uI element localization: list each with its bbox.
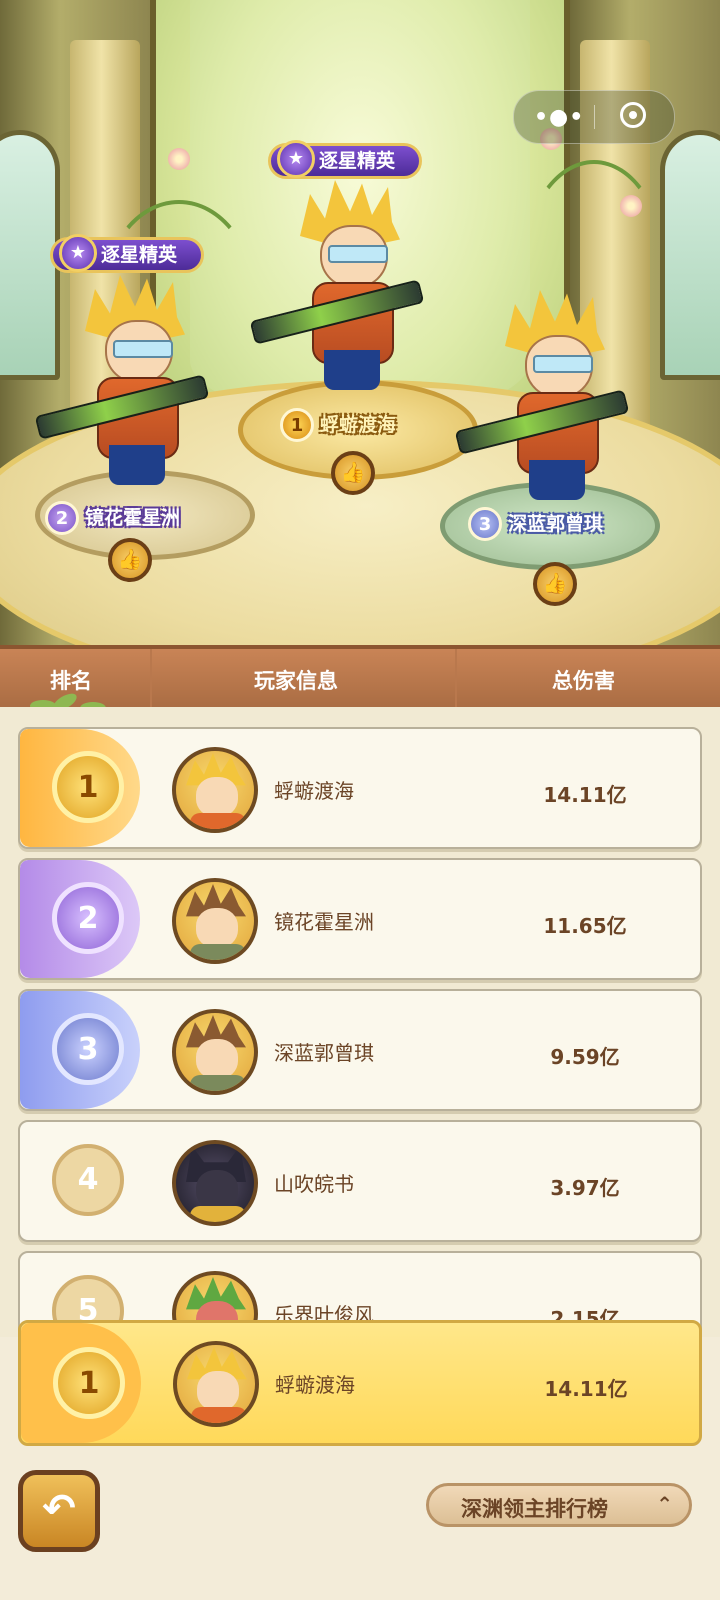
title-badge-label: 逐星精英 [319,150,396,172]
podium-scene: ★ 逐星精英 ★ 逐星精英 1 蜉蝣渡海 2 镜花霍星洲 3 深蓝郭曾琪 👍 👍… [0,0,720,645]
avatar[interactable] [172,1140,258,1226]
like-button-first[interactable]: 👍 [331,451,375,495]
damage-value: 14.11亿 [543,783,627,807]
rank-1-badge-icon: 1 [52,751,124,823]
my-damage-value: 14.11亿 [544,1377,628,1401]
capsule-divider [594,105,595,129]
like-button-third[interactable]: 👍 [533,562,577,606]
hero-figure-third[interactable] [454,290,630,510]
damage-value: 3.97亿 [550,1176,620,1200]
my-rank-badge-icon: 1 [53,1347,125,1419]
star-icon: ★ [59,234,97,272]
thumbs-up-icon: 👍 [340,460,366,484]
rank-3-badge-icon: 3 [52,1013,124,1085]
leaderboard-switch-label: 深渊领主排行榜 [461,1497,608,1521]
flower-decoration [620,195,642,217]
title-badge-label: 逐星精英 [101,244,178,266]
flower-decoration [168,148,190,170]
header-divider [455,649,457,711]
my-avatar[interactable] [173,1341,259,1427]
chevron-up-icon: ⌃ [656,1492,673,1516]
close-mini-program-icon[interactable] [620,102,646,128]
rank-medal-icon: 3 [468,507,502,541]
podium-player-name: 蜉蝣渡海 [320,414,397,436]
more-options-icon[interactable]: •●• [534,105,584,130]
back-button[interactable]: ↶ [18,1470,100,1552]
thumbs-up-icon: 👍 [542,571,568,595]
podium-player-name: 深蓝郭曾琪 [508,513,604,535]
table-row[interactable]: 4 山吹皖书 3.97亿 [18,1120,702,1242]
title-badge-first: ★ 逐星精英 [268,140,423,179]
rank-2-badge-icon: 2 [52,882,124,954]
rank-diamond-icon: 4 [37,1129,139,1231]
my-rank-row[interactable]: 1 蜉蝣渡海 14.11亿 [18,1320,702,1446]
table-row[interactable]: 3 深蓝郭曾琪 9.59亿 [18,989,702,1111]
damage-value: 11.65亿 [543,914,627,938]
header-total-damage: 总伤害 [552,669,615,693]
player-name: 镜花霍星洲 [274,910,374,934]
hero-figure-first[interactable] [249,180,425,400]
thumbs-up-icon: 👍 [117,547,143,571]
player-name: 深蓝郭曾琪 [274,1041,374,1065]
avatar[interactable] [172,747,258,833]
hero-figure-second[interactable] [34,275,210,495]
star-icon: ★ [277,140,315,178]
leaderboard-switch-button[interactable]: 深渊领主排行榜 ⌃ [426,1483,692,1527]
header-player-info: 玩家信息 [254,669,338,693]
right-window [660,130,720,380]
back-arrow-icon: ↶ [42,1486,76,1532]
mini-program-capsule: •●• [513,90,675,144]
rank-medal-icon: 2 [45,501,79,535]
avatar[interactable] [172,1009,258,1095]
like-button-second[interactable]: 👍 [108,538,152,582]
title-badge-second: ★ 逐星精英 [50,234,205,273]
avatar[interactable] [172,878,258,964]
header-rank: 排名 [50,669,92,693]
table-row[interactable]: 2 镜花霍星洲 11.65亿 [18,858,702,980]
podium-player-name: 镜花霍星洲 [85,507,181,529]
player-name: 山吹皖书 [274,1172,354,1196]
rank-medal-icon: 1 [280,408,314,442]
damage-value: 9.59亿 [550,1045,620,1069]
table-row[interactable]: 1 蜉蝣渡海 14.11亿 [18,727,702,849]
my-player-name: 蜉蝣渡海 [275,1373,355,1397]
leaderboard-list[interactable]: 1 蜉蝣渡海 14.11亿 2 镜花霍星洲 11.65亿 3 深蓝郭曾琪 9.5… [0,707,720,1337]
player-name: 蜉蝣渡海 [274,779,354,803]
